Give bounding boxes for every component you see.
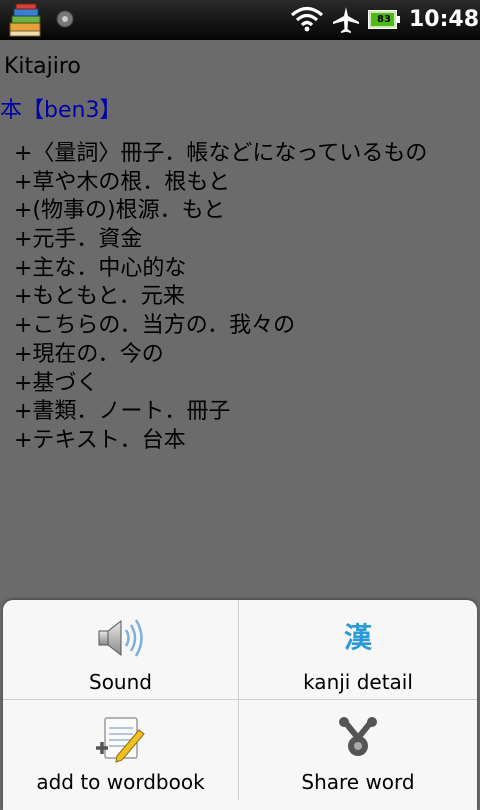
meaning-item: +(物事の)根源．もと bbox=[14, 198, 226, 224]
meaning-item: +基づく bbox=[14, 370, 99, 396]
meaning-item: +もともと．元来 bbox=[14, 284, 185, 310]
kanji-detail-button[interactable]: 漢 kanji detail bbox=[239, 600, 477, 700]
meaning-item: +現在の．今の bbox=[14, 341, 164, 367]
battery-icon: 83 bbox=[368, 10, 400, 29]
share-word-button[interactable]: Share word bbox=[239, 700, 477, 800]
sound-button[interactable]: Sound bbox=[3, 600, 239, 700]
meaning-item: +元手．資金 bbox=[14, 227, 143, 253]
kanji-icon: 漢 bbox=[343, 621, 373, 654]
add-to-wordbook-label: add to wordbook bbox=[36, 770, 205, 794]
context-menu: Sound 漢 kanji detail add to wordbook Sha… bbox=[3, 600, 477, 810]
meaning-list: +〈量詞〉冊子．帳などになっているもの +草や木の根．根もと +(物事の)根源．… bbox=[14, 140, 427, 456]
battery-level: 83 bbox=[377, 14, 391, 25]
add-to-wordbook-button[interactable]: add to wordbook bbox=[3, 700, 239, 800]
meaning-item: +書類．ノート．冊子 bbox=[14, 399, 231, 425]
meaning-item: +主な．中心的な bbox=[14, 255, 187, 281]
word-heading: 本【ben3】 bbox=[0, 98, 122, 123]
meaning-item: +草や木の根．根もと bbox=[14, 169, 230, 195]
clock: 10:48 bbox=[409, 7, 480, 32]
kanji-detail-label: kanji detail bbox=[303, 670, 413, 694]
meaning-item: +こちらの．当方の．我々の bbox=[14, 313, 296, 339]
wifi-icon bbox=[290, 6, 324, 32]
app-title: Kitajiro bbox=[4, 54, 81, 79]
share-icon bbox=[339, 717, 377, 756]
meaning-item: +〈量詞〉冊子．帳などになっているもの bbox=[14, 141, 428, 166]
books-app-icon[interactable] bbox=[8, 3, 44, 37]
sync-icon bbox=[56, 10, 74, 28]
notepad-add-icon bbox=[95, 717, 145, 763]
share-word-label: Share word bbox=[301, 770, 415, 794]
meaning-item: +テキスト．台本 bbox=[14, 427, 186, 453]
sound-label: Sound bbox=[89, 670, 152, 694]
status-bar: 83 10:48 bbox=[0, 0, 480, 40]
airplane-icon bbox=[333, 7, 359, 33]
speaker-icon bbox=[98, 619, 143, 657]
